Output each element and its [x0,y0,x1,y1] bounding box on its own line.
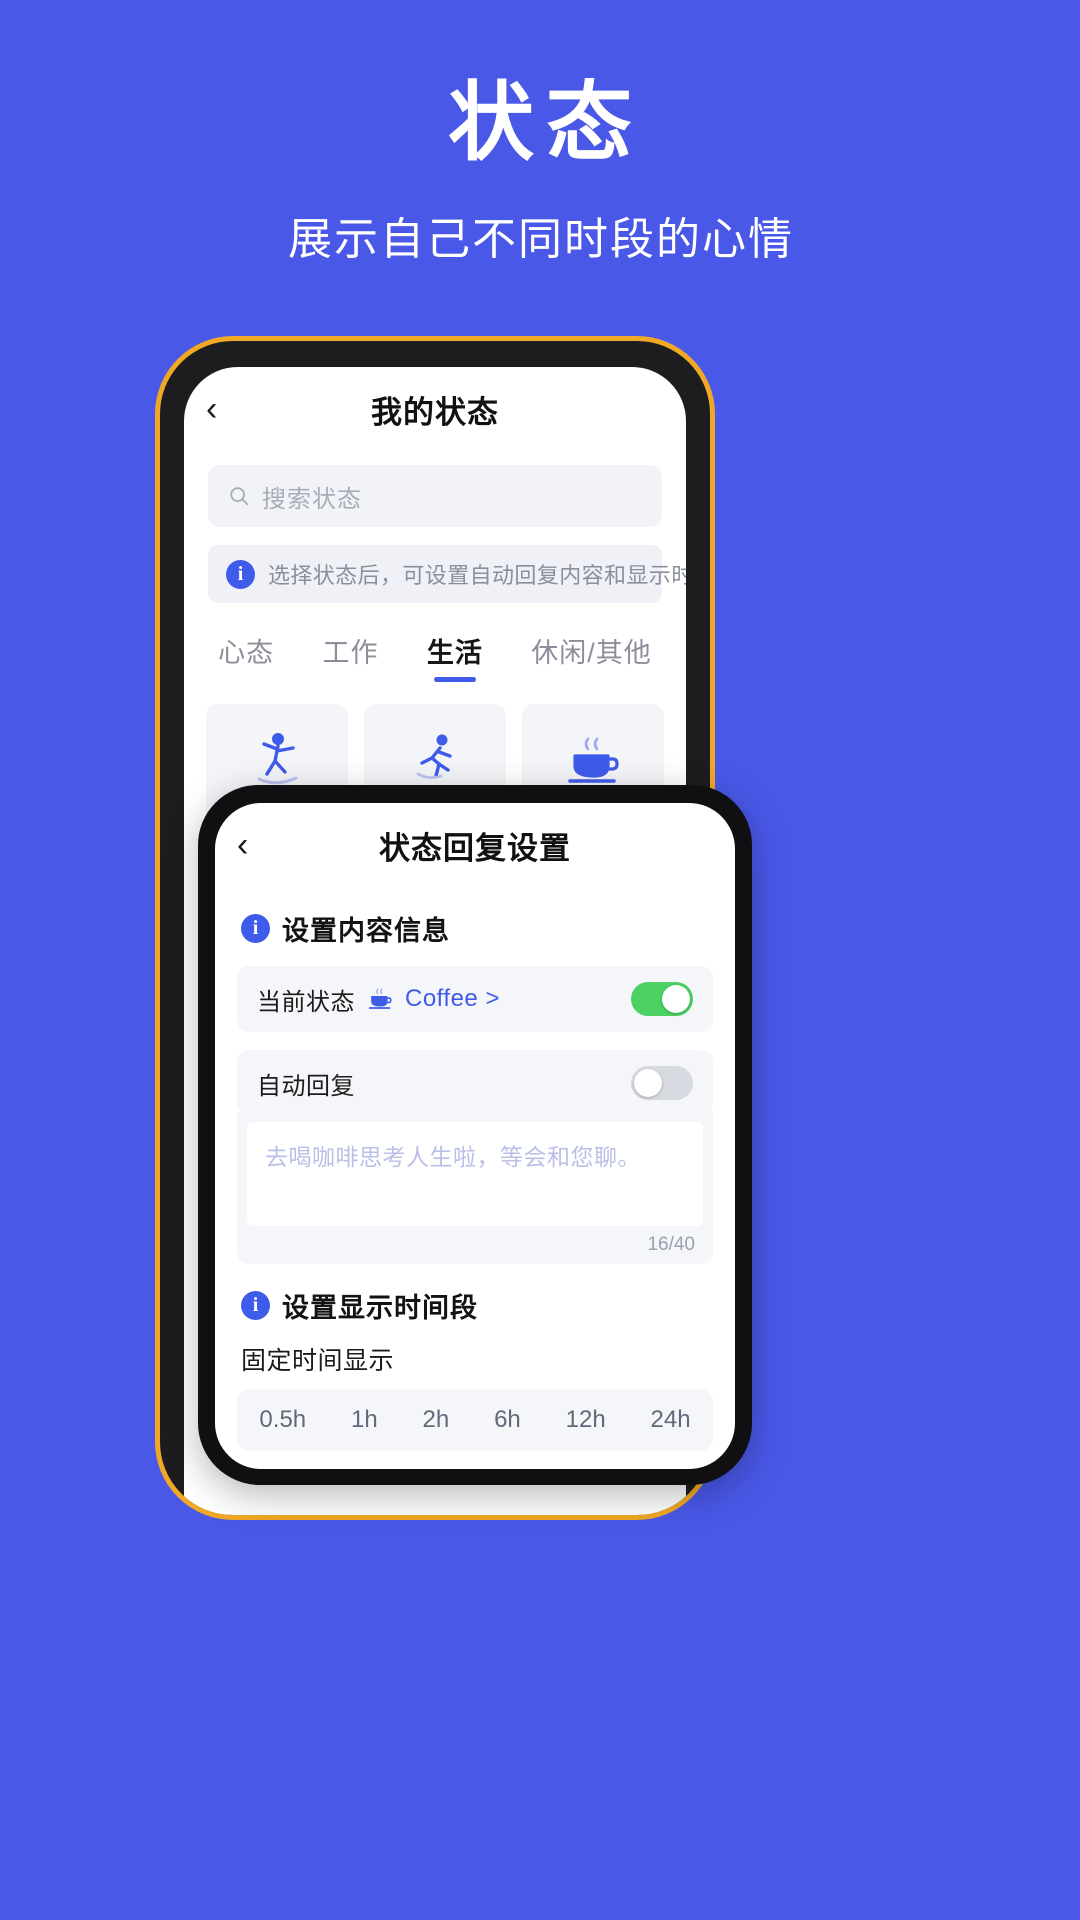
current-status-toggle[interactable] [631,982,693,1016]
toggle-knob [662,985,690,1013]
surfing-person-icon [251,727,303,789]
phone-mockup-reply-settings: ‹ 状态回复设置 i 设置内容信息 当前状态 Coffee > 自动回复 去喝咖… [198,785,752,1485]
info-icon: i [241,914,270,943]
phone2-screen: ‹ 状态回复设置 i 设置内容信息 当前状态 Coffee > 自动回复 去喝咖… [215,803,735,1469]
current-status-value: Coffee > [405,985,500,1012]
section-header-content: i 设置内容信息 [241,909,709,948]
time-option-2h[interactable]: 2h [423,1406,450,1434]
coffee-cup-icon [368,988,392,1009]
tab-shenghuo[interactable]: 生活 [427,631,483,682]
time-option-0-5h[interactable]: 0.5h [259,1406,306,1434]
search-icon [230,487,249,506]
phone2-navbar: ‹ 状态回复设置 [215,803,735,887]
category-tabs: 心态 工作 生活 休闲/其他 [194,631,676,682]
info-banner: i 选择状态后，可设置自动回复内容和显示时间段 [208,545,686,603]
auto-reply-row[interactable]: 自动回复 [237,1050,713,1116]
custom-time-label: 自定义时间显示 [241,1467,709,1469]
phone1-navbar: ‹ 我的状态 [184,367,686,451]
time-option-12h[interactable]: 12h [566,1406,606,1434]
auto-reply-label: 自动回复 [257,1072,355,1100]
auto-reply-editor: 去喝咖啡思考人生啦，等会和您聊。 16/40 [237,1112,713,1264]
section-header-time: i 设置显示时间段 [241,1286,709,1325]
current-status-row[interactable]: 当前状态 Coffee > [237,966,713,1032]
coffee-cup-icon [564,730,622,792]
page-title: 我的状态 [371,394,499,430]
info-icon: i [226,559,255,589]
search-placeholder: 搜索状态 [262,485,362,513]
current-status-label: 当前状态 [257,988,355,1016]
search-input[interactable]: 搜索状态 [208,465,662,527]
chevron-left-icon[interactable]: ‹ [237,828,277,862]
info-icon: i [241,1291,270,1320]
fixed-time-options: 0.5h 1h 2h 6h 12h 24h [237,1389,713,1451]
section-title: 设置内容信息 [282,916,450,946]
page-title: 状态回复设置 [379,830,571,866]
chevron-left-icon[interactable]: ‹ [206,392,246,426]
auto-reply-toggle[interactable] [631,1066,693,1100]
tab-xintai[interactable]: 心态 [218,631,274,682]
current-status-left: 当前状态 Coffee > [257,982,500,1017]
character-counter: 16/40 [647,1234,695,1255]
running-person-icon [409,727,461,789]
time-option-6h[interactable]: 6h [494,1406,521,1434]
section-title: 设置显示时间段 [282,1293,478,1323]
tab-gongzuo[interactable]: 工作 [323,631,379,682]
page-subtitle: 展示自己不同时段的心情 [288,214,794,264]
auto-reply-textarea[interactable]: 去喝咖啡思考人生啦，等会和您聊。 [247,1122,703,1226]
toggle-knob [634,1069,662,1097]
hero-section: 状态 展示自己不同时段的心情 [0,0,1080,267]
tab-xiuxian-qita[interactable]: 休闲/其他 [531,631,652,682]
time-option-1h[interactable]: 1h [351,1406,378,1434]
page-title: 状态 [448,75,644,171]
info-banner-text: 选择状态后，可设置自动回复内容和显示时间段 [268,563,686,588]
fixed-time-label: 固定时间显示 [241,1347,395,1375]
time-option-24h[interactable]: 24h [651,1406,691,1434]
